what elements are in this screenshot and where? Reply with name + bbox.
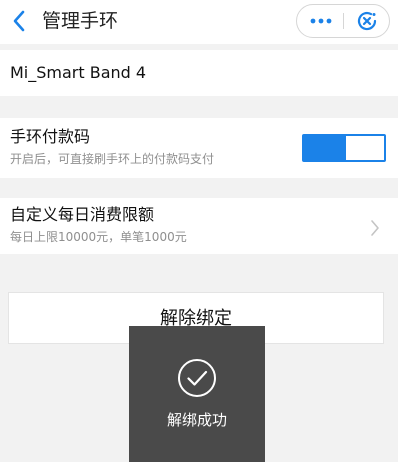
close-button[interactable] <box>344 5 389 37</box>
check-circle-icon <box>178 359 216 397</box>
success-toast: 解绑成功 <box>129 326 265 462</box>
nav-header: 管理手环 <box>0 0 398 44</box>
daily-limit-title: 自定义每日消费限额 <box>10 205 155 224</box>
page-title: 管理手环 <box>42 10 119 32</box>
daily-limit-subtitle: 每日上限10000元，单笔1000元 <box>10 230 187 244</box>
more-button[interactable] <box>297 5 344 37</box>
daily-limit-row[interactable]: 自定义每日消费限额 每日上限10000元，单笔1000元 <box>0 198 398 254</box>
toggle-knob <box>346 136 384 160</box>
daily-limit-chevron[interactable] <box>368 218 382 238</box>
payment-code-title: 手环付款码 <box>10 127 91 146</box>
mini-program-capsule <box>296 4 390 38</box>
payment-code-subtitle: 开启后，可直接刷手环上的付款码支付 <box>10 152 215 166</box>
payment-code-toggle[interactable] <box>302 134 386 162</box>
chevron-left-icon <box>13 10 25 32</box>
back-button[interactable] <box>10 9 28 33</box>
chevron-right-icon <box>371 220 379 236</box>
target-close-icon <box>357 11 376 31</box>
device-card: Mi_Smart Band 4 <box>0 50 398 96</box>
more-dots-icon <box>310 18 331 24</box>
toast-text: 解绑成功 <box>166 411 227 429</box>
device-name: Mi_Smart Band 4 <box>10 63 147 82</box>
